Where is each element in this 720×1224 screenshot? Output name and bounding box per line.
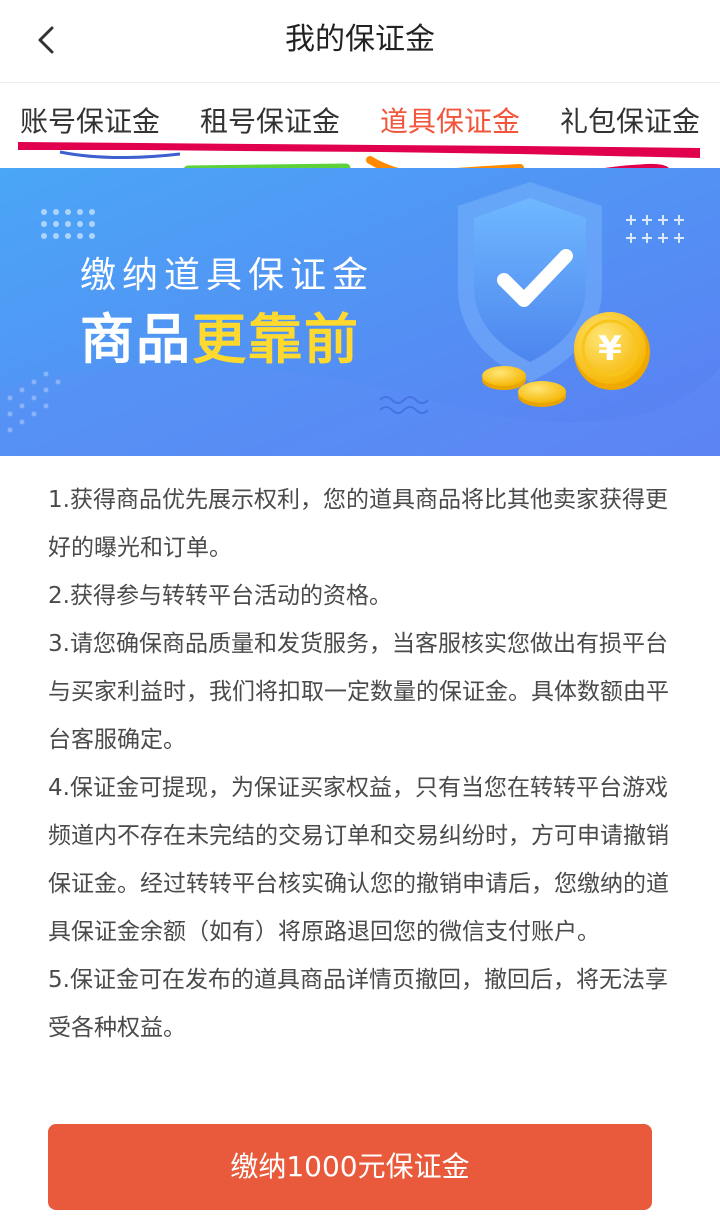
navigation-bar: 我的保证金: [0, 0, 720, 83]
svg-text:¥: ¥: [598, 329, 622, 369]
tab-gift-deposit[interactable]: 礼包保证金: [560, 102, 700, 142]
tab-bar: 账号保证金 租号保证金 道具保证金 礼包保证金: [0, 84, 720, 168]
rule-item: 3.请您确保商品质量和发货服务，当客服核实您做出有损平台与买家利益时，我们将扣取…: [48, 631, 669, 753]
rule-item: 1.获得商品优先展示权利，您的道具商品将比其他卖家获得更好的曝光和订单。: [48, 487, 668, 561]
rule-item: 4.保证金可提现，为保证买家权益，只有当您在转转平台游戏频道内不存在未完结的交易…: [48, 775, 669, 945]
tab-item-deposit[interactable]: 道具保证金: [380, 102, 520, 142]
pay-deposit-button[interactable]: 缴纳1000元保证金: [48, 1124, 652, 1210]
tab-rental-deposit[interactable]: 租号保证金: [200, 102, 340, 142]
rule-item: 2.获得参与转转平台活动的资格。: [48, 583, 392, 609]
tab-account-deposit[interactable]: 账号保证金: [20, 102, 160, 142]
rule-item: 5.保证金可在发布的道具商品详情页撤回，撤回后，将无法享受各种权益。: [48, 967, 668, 1041]
banner-slogan: 商品更靠前: [80, 306, 360, 374]
banner-headline: 缴纳道具保证金: [80, 255, 375, 296]
banner-slogan-white: 商品: [80, 308, 192, 371]
page-title: 我的保证金: [285, 22, 435, 57]
banner-slogan-yellow: 更靠前: [192, 308, 360, 371]
deposit-rules: 1.获得商品优先展示权利，您的道具商品将比其他卖家获得更好的曝光和订单。 2.获…: [48, 476, 678, 1052]
